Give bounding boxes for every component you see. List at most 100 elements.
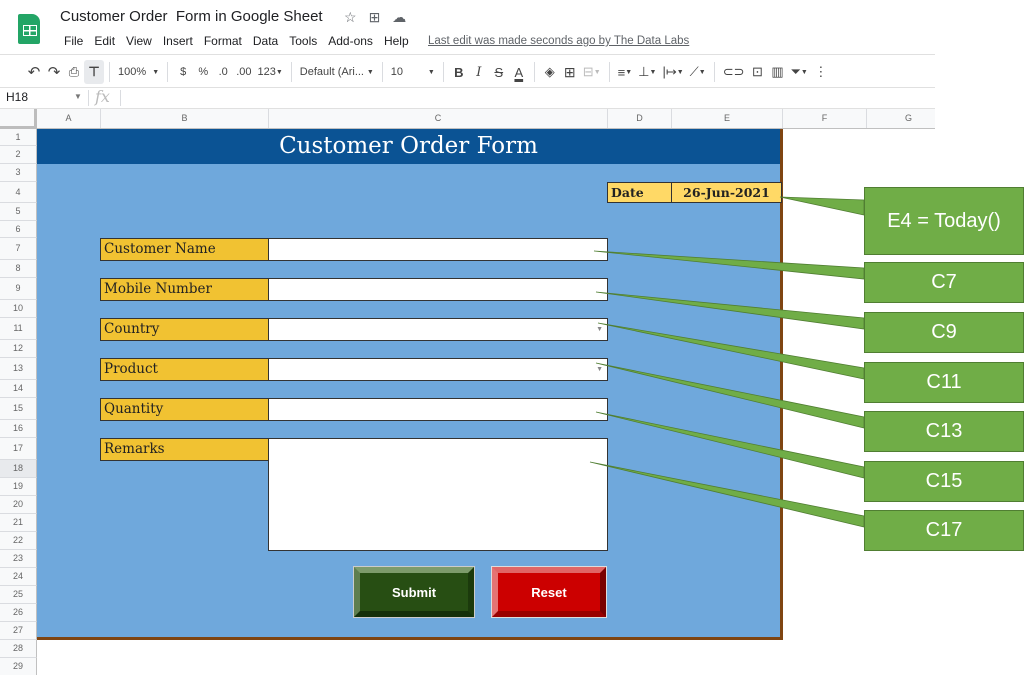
text-rotation-icon[interactable]: ⟋ ▼ (687, 60, 709, 84)
text-wrapping-icon[interactable]: |↦ ▼ (659, 60, 686, 84)
column-header-f[interactable]: F (783, 109, 867, 128)
row-header[interactable]: 8 (0, 260, 37, 278)
date-value-cell-e4[interactable]: 26-Jun-2021 (671, 182, 782, 203)
reset-button[interactable]: Reset (491, 566, 607, 618)
row-header[interactable]: 15 (0, 398, 37, 420)
row-header[interactable]: 6 (0, 221, 37, 238)
row-header[interactable]: 3 (0, 164, 37, 182)
divider (167, 62, 169, 82)
move-folder-icon[interactable]: ⊞ (369, 9, 381, 26)
cloud-saved-icon[interactable]: ☁ (392, 9, 406, 26)
mobile-number-input[interactable] (268, 278, 608, 301)
menu-data[interactable]: Data (249, 34, 282, 48)
row-header[interactable]: 11 (0, 318, 37, 340)
row-header[interactable]: 1 (0, 129, 37, 146)
column-header-g[interactable]: G (867, 109, 935, 128)
insert-chart-icon[interactable]: ▥ (768, 60, 788, 84)
font-size-select[interactable]: 10 ▼ (388, 60, 438, 84)
zoom-value: 100% (118, 66, 147, 78)
quantity-input[interactable] (268, 398, 608, 421)
customer-name-input[interactable] (268, 238, 608, 261)
row-header[interactable]: 10 (0, 300, 37, 318)
fill-color-icon[interactable]: ◈ (540, 60, 560, 84)
column-header-b[interactable]: B (101, 109, 269, 128)
bold-button[interactable]: B (449, 60, 469, 84)
menu-view[interactable]: View (122, 34, 156, 48)
select-all-corner[interactable] (0, 109, 37, 129)
text-color-button[interactable]: A (509, 60, 529, 84)
row-header[interactable]: 12 (0, 340, 37, 358)
row-header[interactable]: 27 (0, 622, 37, 640)
divider (88, 90, 89, 106)
font-select[interactable]: Default (Ari... ▼ (297, 60, 377, 84)
row-header[interactable]: 23 (0, 550, 37, 568)
dropdown-arrow-icon[interactable]: ▼ (596, 366, 603, 373)
insert-link-icon[interactable]: ⊂⊃ (720, 60, 748, 84)
last-edit-link[interactable]: Last edit was made seconds ago by The Da… (428, 35, 689, 47)
merge-cells-icon[interactable]: ⊟ ▼ (580, 60, 604, 84)
row-header[interactable]: 24 (0, 568, 37, 586)
column-header-a[interactable]: A (37, 109, 101, 128)
sheets-logo-icon[interactable] (18, 14, 40, 44)
row-header[interactable]: 21 (0, 514, 37, 532)
redo-icon[interactable]: ↷ (44, 60, 64, 84)
row-header[interactable]: 20 (0, 496, 37, 514)
row-header[interactable]: 13 (0, 358, 37, 380)
row-header[interactable]: 19 (0, 478, 37, 496)
percent-format-button[interactable]: % (193, 60, 213, 84)
more-formats-button[interactable]: 123 ▼ (255, 60, 286, 84)
menu-edit[interactable]: Edit (90, 34, 119, 48)
row-header[interactable]: 14 (0, 380, 37, 398)
insert-comment-icon[interactable]: ⊡ (748, 60, 768, 84)
row-header[interactable]: 29 (0, 658, 37, 675)
zoom-select[interactable]: 100% ▼ (115, 60, 162, 84)
increase-decimal-button[interactable]: .00 (233, 60, 254, 84)
document-title[interactable]: Customer Order Form in Google Sheet (60, 8, 323, 25)
quantity-label: Quantity (100, 398, 269, 421)
row-header[interactable]: 18 (0, 460, 37, 478)
menu-tools[interactable]: Tools (285, 34, 321, 48)
row-header[interactable]: 9 (0, 278, 37, 300)
menu-file[interactable]: File (60, 34, 87, 48)
vertical-align-icon[interactable]: ⊥ ▼ (635, 60, 659, 84)
row-header[interactable]: 5 (0, 203, 37, 221)
italic-button[interactable]: I (469, 60, 489, 84)
column-header-d[interactable]: D (608, 109, 672, 128)
horizontal-align-icon[interactable]: ≡ ▼ (615, 60, 636, 84)
menu-insert[interactable]: Insert (159, 34, 197, 48)
dropdown-arrow-icon[interactable]: ▼ (596, 326, 603, 333)
submit-button[interactable]: Submit (353, 566, 475, 618)
borders-icon[interactable]: ⊞ (560, 60, 580, 84)
menu-format[interactable]: Format (200, 34, 246, 48)
strikethrough-button[interactable]: S (489, 60, 509, 84)
row-header[interactable]: 26 (0, 604, 37, 622)
menu-help[interactable]: Help (380, 34, 413, 48)
more-options-icon[interactable]: ⋮ (811, 60, 831, 84)
menu-bar: File Edit View Insert Format Data Tools … (60, 34, 416, 48)
row-header[interactable]: 4 (0, 182, 37, 203)
chevron-down-icon[interactable]: ▼ (74, 92, 82, 101)
country-dropdown[interactable]: ▼ (268, 318, 608, 341)
decrease-decimal-button[interactable]: .0 (213, 60, 233, 84)
currency-format-button[interactable]: $ (173, 60, 193, 84)
row-header[interactable]: 16 (0, 420, 37, 438)
undo-icon[interactable]: ↶ (24, 60, 44, 84)
column-header-c[interactable]: C (269, 109, 608, 128)
row-header[interactable]: 25 (0, 586, 37, 604)
product-dropdown[interactable]: ▼ (268, 358, 608, 381)
paint-format-icon[interactable]: ⊤ (84, 60, 104, 84)
row-header[interactable]: 22 (0, 532, 37, 550)
row-header[interactable]: 17 (0, 438, 37, 460)
menu-addons[interactable]: Add-ons (324, 34, 377, 48)
row-header[interactable]: 2 (0, 146, 37, 164)
name-box[interactable]: H18 (6, 90, 28, 104)
product-label: Product (100, 358, 269, 381)
row-header[interactable]: 28 (0, 640, 37, 658)
row-header[interactable]: 7 (0, 238, 37, 260)
column-header-e[interactable]: E (672, 109, 783, 128)
print-icon[interactable]: ⎙ (64, 60, 84, 84)
remarks-textarea[interactable] (268, 438, 608, 551)
star-icon[interactable]: ☆ (344, 9, 357, 26)
filter-icon[interactable]: ⏷ ▼ (788, 60, 811, 84)
country-label: Country (100, 318, 269, 341)
